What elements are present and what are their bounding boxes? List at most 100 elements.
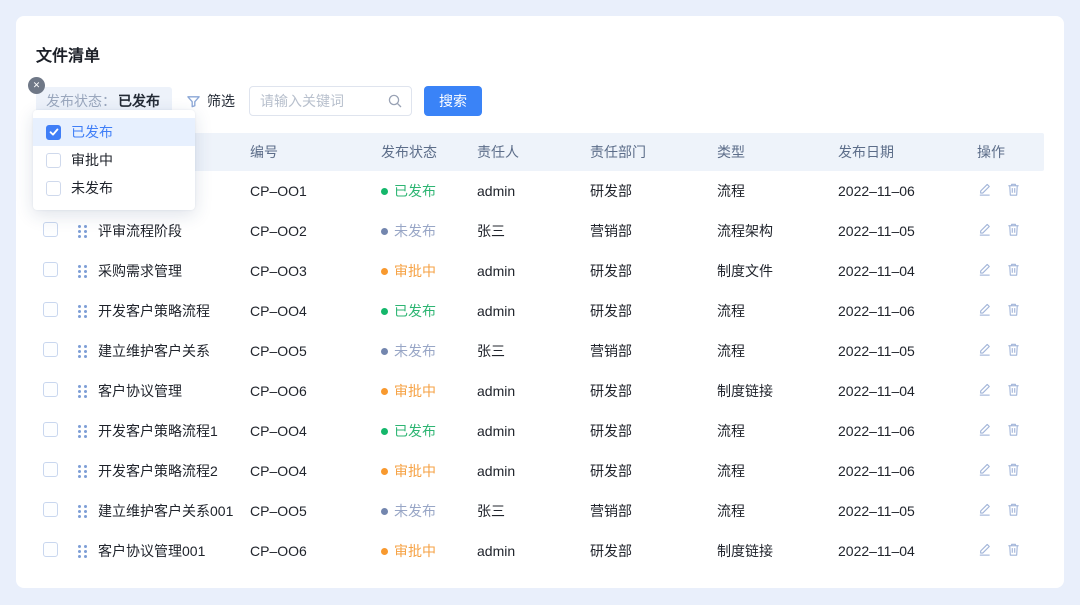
delete-icon[interactable]: [1006, 542, 1021, 557]
status-label: 审批中: [394, 461, 436, 481]
delete-icon[interactable]: [1006, 262, 1021, 277]
header-cell: 责任人: [477, 142, 590, 162]
file-name: 开发客户策略流程: [98, 301, 250, 321]
edit-icon[interactable]: [977, 262, 992, 277]
file-code: CP–OO2: [250, 223, 381, 239]
status-label: 未发布: [394, 501, 436, 521]
drag-handle-icon[interactable]: [78, 345, 87, 358]
edit-icon[interactable]: [977, 422, 992, 437]
status-label: 已发布: [394, 181, 436, 201]
table-row: 采购需求管理CP–OO3审批中admin研发部制度文件2022–11–04: [36, 251, 1044, 291]
drag-handle-icon[interactable]: [78, 225, 87, 238]
drag-handle-icon[interactable]: [78, 305, 87, 318]
department: 研发部: [590, 301, 717, 321]
status-badge: 未发布: [381, 501, 436, 521]
status-dot-icon: [381, 508, 388, 515]
publish-date: 2022–11–04: [838, 263, 977, 279]
row-checkbox[interactable]: [43, 342, 58, 357]
edit-icon[interactable]: [977, 542, 992, 557]
edit-icon[interactable]: [977, 502, 992, 517]
owner: admin: [477, 263, 590, 279]
delete-icon[interactable]: [1006, 502, 1021, 517]
file-name: 建立维护客户关系001: [98, 501, 250, 521]
drag-handle-icon[interactable]: [78, 425, 87, 438]
filter-tag-label: 发布状态：: [46, 91, 116, 111]
status-dot-icon: [381, 348, 388, 355]
header-cell: 责任部门: [590, 142, 717, 162]
row-checkbox[interactable]: [43, 302, 58, 317]
owner: 张三: [477, 221, 590, 241]
file-type: 流程: [717, 301, 838, 321]
owner: admin: [477, 183, 590, 199]
edit-icon[interactable]: [977, 342, 992, 357]
dropdown-option-label: 审批中: [71, 150, 113, 170]
file-code: CP–OO1: [250, 183, 381, 199]
department: 研发部: [590, 541, 717, 561]
delete-icon[interactable]: [1006, 422, 1021, 437]
row-checkbox[interactable]: [43, 502, 58, 517]
close-icon[interactable]: ✕: [28, 77, 45, 94]
drag-handle-icon[interactable]: [78, 545, 87, 558]
dropdown-option[interactable]: 审批中: [33, 146, 195, 174]
edit-icon[interactable]: [977, 182, 992, 197]
drag-handle-icon[interactable]: [78, 505, 87, 518]
department: 营销部: [590, 221, 717, 241]
table-row: 客户协议管理CP–OO6审批中admin研发部制度链接2022–11–04: [36, 371, 1044, 411]
delete-icon[interactable]: [1006, 382, 1021, 397]
status-dot-icon: [381, 468, 388, 475]
search-button[interactable]: 搜索: [424, 86, 482, 116]
delete-icon[interactable]: [1006, 182, 1021, 197]
edit-icon[interactable]: [977, 462, 992, 477]
delete-icon[interactable]: [1006, 462, 1021, 477]
filter-button[interactable]: 筛选: [186, 91, 235, 111]
owner: admin: [477, 543, 590, 559]
status-dot-icon: [381, 268, 388, 275]
edit-icon[interactable]: [977, 382, 992, 397]
row-checkbox[interactable]: [43, 542, 58, 557]
row-checkbox[interactable]: [43, 382, 58, 397]
page-title: 文件清单: [36, 42, 1044, 66]
file-name: 建立维护客户关系: [98, 341, 250, 361]
row-checkbox[interactable]: [43, 422, 58, 437]
table-row: 开发客户策略流程CP–OO4已发布admin研发部流程2022–11–06: [36, 291, 1044, 331]
status-badge: 未发布: [381, 221, 436, 241]
header-cell: 发布状态: [381, 142, 477, 162]
drag-handle-icon[interactable]: [78, 265, 87, 278]
header-cell: 操作: [977, 142, 1044, 162]
file-type: 流程架构: [717, 221, 838, 241]
filter-tag-value: 已发布: [118, 91, 160, 111]
owner: 张三: [477, 341, 590, 361]
delete-icon[interactable]: [1006, 302, 1021, 317]
drag-handle-icon[interactable]: [78, 385, 87, 398]
publish-date: 2022–11–06: [838, 423, 977, 439]
drag-handle-icon[interactable]: [78, 465, 87, 478]
checkbox-icon[interactable]: [46, 153, 61, 168]
file-type: 流程: [717, 461, 838, 481]
delete-icon[interactable]: [1006, 342, 1021, 357]
file-code: CP–OO3: [250, 263, 381, 279]
publish-date: 2022–11–05: [838, 223, 977, 239]
publish-date: 2022–11–05: [838, 343, 977, 359]
department: 营销部: [590, 341, 717, 361]
row-checkbox[interactable]: [43, 262, 58, 277]
status-badge: 审批中: [381, 541, 436, 561]
row-checkbox[interactable]: [43, 222, 58, 237]
status-label: 审批中: [394, 541, 436, 561]
row-actions: [977, 262, 1021, 277]
status-label: 审批中: [394, 381, 436, 401]
edit-icon[interactable]: [977, 222, 992, 237]
department: 研发部: [590, 461, 717, 481]
row-actions: [977, 182, 1021, 197]
department: 研发部: [590, 381, 717, 401]
file-name: 开发客户策略流程2: [98, 461, 250, 481]
delete-icon[interactable]: [1006, 222, 1021, 237]
dropdown-option[interactable]: 已发布: [33, 118, 195, 146]
dropdown-option[interactable]: 未发布: [33, 174, 195, 202]
row-checkbox[interactable]: [43, 462, 58, 477]
file-name: 采购需求管理: [98, 261, 250, 281]
checkbox-checked-icon[interactable]: [46, 125, 61, 140]
header-cell: 类型: [717, 142, 838, 162]
edit-icon[interactable]: [977, 302, 992, 317]
status-badge: 审批中: [381, 461, 436, 481]
checkbox-icon[interactable]: [46, 181, 61, 196]
